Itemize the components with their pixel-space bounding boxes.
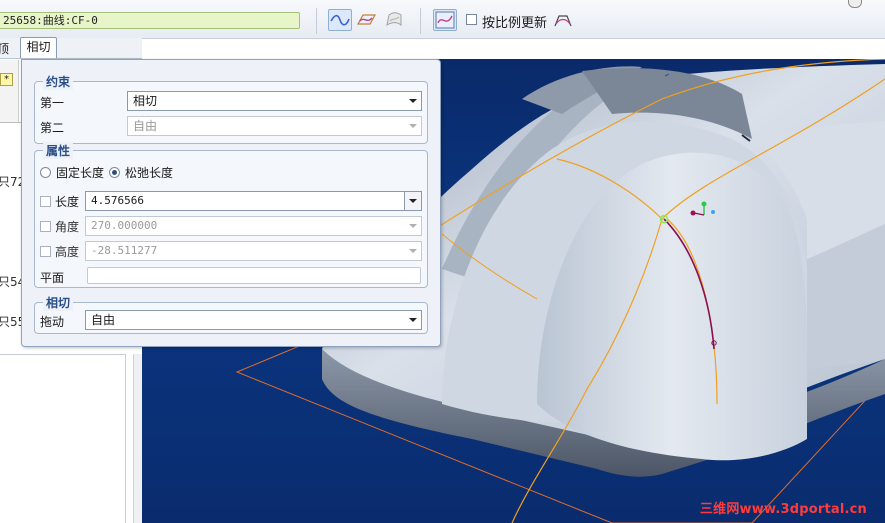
relaxed-length-radio[interactable] [109, 167, 120, 178]
second-label: 第二 [40, 121, 65, 135]
divider [0, 122, 22, 123]
tab-fragment[interactable]: 顶 [0, 40, 9, 57]
tab-tangent[interactable]: 相切 [20, 37, 57, 58]
height-label: 高度 [55, 245, 80, 259]
drag-label: 拖动 [40, 315, 65, 329]
plane-curve-icon [356, 14, 377, 25]
chevron-down-icon[interactable] [404, 192, 421, 210]
second-constraint-dropdown[interactable]: 自由 [127, 116, 422, 136]
curvature-icon [435, 11, 455, 29]
curvature-button[interactable] [433, 9, 457, 31]
surface-curve-icon [386, 12, 402, 27]
tangent-curve-icon [330, 14, 350, 26]
tangent-dialog: 约束 第一 相切 第二 自由 属性 固定长度 松弛长度 长度 4.576566 … [21, 59, 441, 347]
curve-name-field[interactable]: 25658:曲线:CF-0 [0, 12, 300, 29]
first-label: 第一 [40, 96, 65, 110]
tangent-group-title: 相切 [43, 294, 74, 311]
chevron-down-icon [405, 311, 421, 329]
tangent-curve-button[interactable] [328, 9, 352, 31]
length-label: 长度 [55, 195, 80, 209]
attribute-group: 属性 固定长度 松弛长度 长度 4.576566 角度 270.000000 高… [34, 142, 428, 288]
chevron-down-icon [405, 217, 421, 235]
fixed-length-radio[interactable] [40, 167, 51, 178]
attribute-group-title: 属性 [43, 142, 74, 159]
plane-label: 平面 [40, 271, 65, 285]
drag-dropdown[interactable]: 自由 [85, 310, 422, 330]
relaxed-length-label: 松弛长度 [125, 166, 174, 180]
angle-value: 270.000000 [91, 219, 158, 232]
watermark: 三维网www.3dportal.cn [699, 502, 867, 517]
angle-input[interactable]: 270.000000 [85, 216, 422, 236]
constraint-group-title: 约束 [43, 73, 74, 90]
angle-checkbox[interactable] [40, 221, 51, 232]
plane-field[interactable] [87, 267, 421, 284]
height-input[interactable]: -28.511277 [85, 241, 422, 261]
drag-value: 自由 [91, 313, 116, 327]
chevron-down-icon [405, 117, 421, 135]
length-checkbox[interactable] [40, 196, 51, 207]
height-value: -28.511277 [91, 244, 158, 257]
fixed-length-label: 固定长度 [56, 166, 105, 180]
tree-lower-pane [0, 354, 126, 523]
first-constraint-value: 相切 [133, 94, 158, 108]
angle-label: 角度 [55, 220, 80, 234]
star-icon[interactable]: * [0, 73, 13, 86]
ratio-update-checkbox[interactable] [466, 14, 477, 25]
toolbar-separator [316, 8, 317, 34]
first-constraint-dropdown[interactable]: 相切 [127, 91, 422, 111]
surface-curve-button[interactable] [383, 9, 407, 31]
ratio-update-label: 按比例更新 [482, 16, 548, 31]
height-checkbox[interactable] [40, 246, 51, 257]
tree-header-strip [0, 60, 19, 122]
control-polygon-button[interactable] [552, 10, 574, 30]
length-value: 4.576566 [91, 194, 144, 207]
chevron-down-icon [405, 92, 421, 110]
second-constraint-value: 自由 [133, 119, 158, 133]
chevron-down-icon [405, 242, 421, 260]
length-input[interactable]: 4.576566 [85, 191, 422, 211]
control-polygon-icon [554, 15, 572, 27]
plane-curve-button[interactable] [355, 9, 379, 31]
toolbar-separator [420, 8, 421, 34]
constraint-group: 约束 第一 相切 第二 自由 [34, 73, 428, 144]
tangent-group: 相切 拖动 自由 [34, 294, 428, 334]
